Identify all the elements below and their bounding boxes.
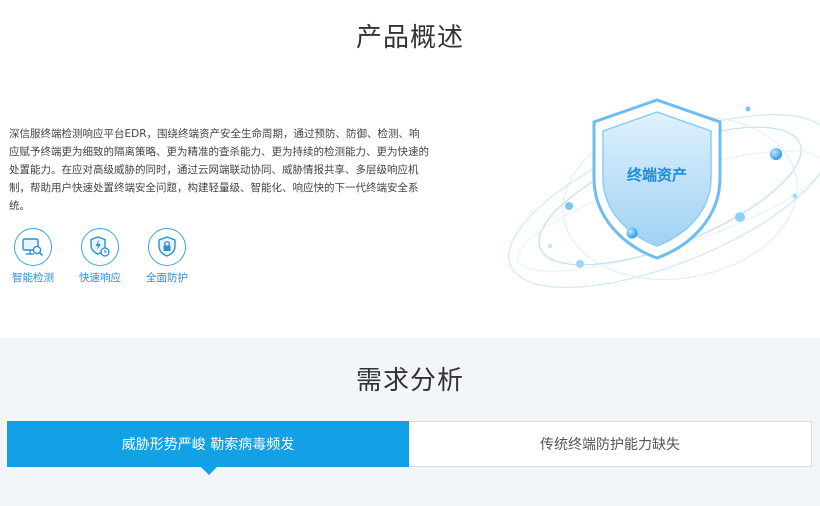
analysis-tabs: 威胁形势严峻 勒索病毒频发 传统终端防护能力缺失 bbox=[7, 421, 812, 475]
endpoint-asset-illustration: 终端资产 bbox=[490, 86, 820, 316]
shield-lock-icon bbox=[148, 228, 186, 266]
feature-label: 智能检测 bbox=[12, 272, 54, 284]
tab-threat-situation[interactable]: 威胁形势严峻 勒索病毒频发 bbox=[7, 421, 409, 475]
overview-title: 产品概述 bbox=[355, 23, 464, 53]
feature-smart-detection[interactable]: 智能检测 bbox=[0, 228, 66, 285]
feature-label: 快速响应 bbox=[79, 272, 121, 284]
requirement-analysis-section: 需求分析 威胁形势严峻 勒索病毒频发 传统终端防护能力缺失 bbox=[0, 338, 820, 506]
feature-full-protection[interactable]: 全面防护 bbox=[134, 228, 200, 285]
shield-lightning-icon bbox=[81, 228, 119, 266]
feature-fast-response[interactable]: 快速响应 bbox=[67, 228, 133, 285]
product-overview-section: 产品概述 深信服终端检测响应平台EDR，围绕终端资产安全生命周期，通过预防、防御… bbox=[0, 0, 820, 338]
shield-orbit-graphic bbox=[508, 98, 820, 288]
feature-label: 全面防护 bbox=[146, 272, 188, 284]
hero-label: 终端资产 bbox=[626, 166, 687, 184]
overview-description: 深信服终端检测响应平台EDR，围绕终端资产安全生命周期，通过预防、防御、检测、响… bbox=[9, 128, 429, 212]
monitor-search-icon bbox=[14, 228, 52, 266]
tab-traditional-protection[interactable]: 传统终端防护能力缺失 bbox=[409, 421, 812, 467]
analysis-title: 需求分析 bbox=[355, 366, 464, 396]
